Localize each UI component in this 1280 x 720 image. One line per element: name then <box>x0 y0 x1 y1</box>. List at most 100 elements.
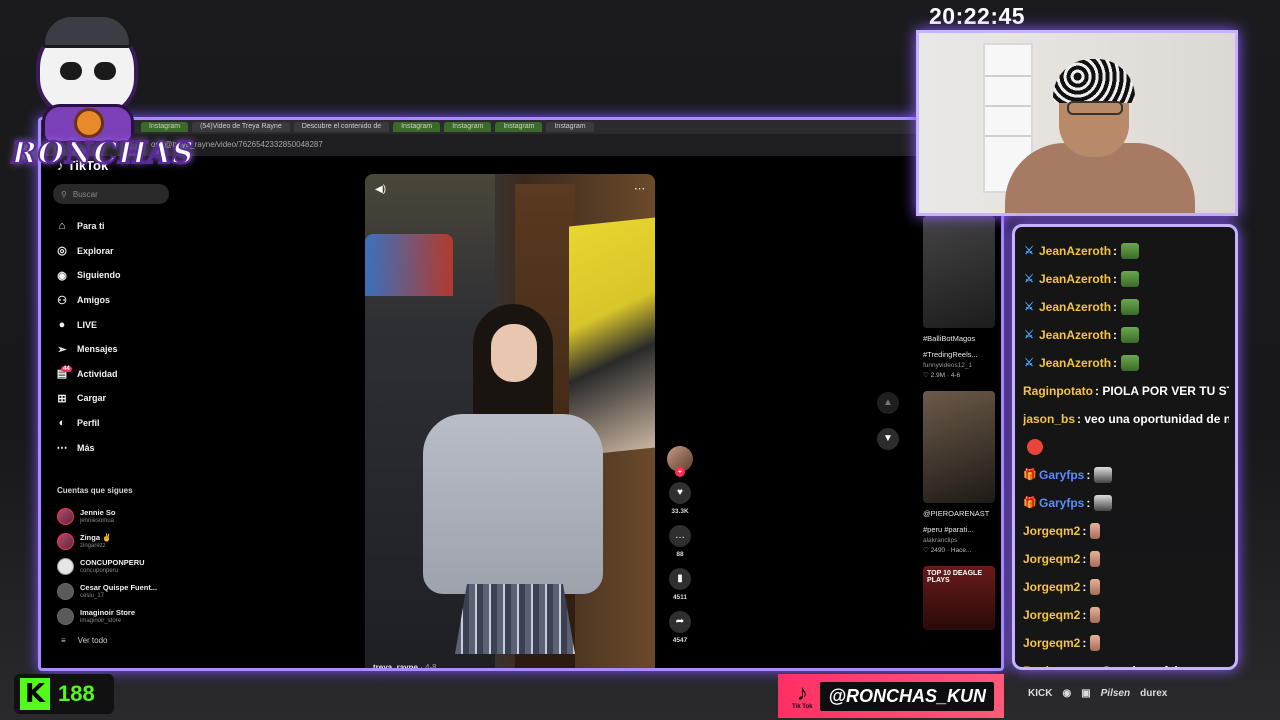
chat-emote <box>1121 271 1140 287</box>
sidebar-item-label: Perfil <box>77 418 100 429</box>
chat-username[interactable]: Raginpotato <box>1023 664 1093 667</box>
browser-tab[interactable]: Instagram <box>546 122 594 132</box>
sidebar-item-siguiendo[interactable]: ◉ Siguiendo <box>55 263 179 288</box>
followed-account[interactable]: Jennie So jenniesomua <box>57 504 187 529</box>
more-options-icon[interactable]: ⋯ <box>634 182 645 195</box>
chat-emote <box>1090 635 1101 651</box>
browser-tab[interactable]: Descubre el contenido de <box>293 122 390 132</box>
clip-thumbnail[interactable] <box>923 391 995 503</box>
webcam-feed <box>916 30 1238 216</box>
sidebar-item-mas[interactable]: ⋯ Más <box>55 435 179 460</box>
heart-icon[interactable]: ♥ <box>669 482 691 504</box>
chat-username[interactable]: Jorgeqm2 <box>1023 552 1080 566</box>
clip-title[interactable]: @PIEROARENAST <box>923 509 999 519</box>
creator-avatar[interactable]: + <box>667 446 693 477</box>
chat-username[interactable]: Garyfps <box>1039 496 1084 510</box>
chat-username[interactable]: Raginpotato <box>1023 384 1093 398</box>
sidebar-item-label: Siguiendo <box>77 270 121 281</box>
search-input[interactable]: ⚲ Buscar <box>53 184 169 204</box>
compass-icon: ◎ <box>57 245 67 258</box>
previous-video-button[interactable]: ▲ <box>877 392 899 414</box>
avatar <box>57 583 74 600</box>
volume-icon[interactable]: ◀) <box>375 184 386 195</box>
chat-message: Raginpotato: Son datos falsos no c <box>1023 657 1229 667</box>
sidebar-item-explorar[interactable]: ◎ Explorar <box>55 239 179 264</box>
streamer-hat <box>1053 59 1135 103</box>
save-count: 4511 <box>672 594 688 601</box>
clip-thumbnail[interactable]: TOP 10 DEAGLE PLAYS <box>923 566 995 630</box>
bookmark-icon[interactable]: ▮ <box>669 568 691 590</box>
logo-cap <box>42 14 132 48</box>
clip-user: alakranclips <box>923 537 958 544</box>
video-action-rail: + ♥ 33.3K … 88 ▮ 4511 ➦ 4547 <box>663 446 697 644</box>
chat-username[interactable]: Jorgeqm2 <box>1023 580 1080 594</box>
chat-message: Jorgeqm2: <box>1023 629 1229 657</box>
followed-account[interactable]: Zinga ✌ zingarezz <box>57 529 187 554</box>
sidebar-item-mensajes[interactable]: ➢ Mensajes <box>55 337 179 362</box>
account-handle: imaginoir_store <box>80 618 122 624</box>
more-icon: ⋯ <box>56 442 68 455</box>
chat-username[interactable]: JeanAzeroth <box>1039 300 1111 314</box>
chat-text: : <box>1113 328 1118 342</box>
save-action[interactable]: ▮ 4511 <box>663 568 697 601</box>
chat-username[interactable]: Jorgeqm2 <box>1023 608 1080 622</box>
chat-username[interactable]: jason_bs <box>1023 412 1075 426</box>
sidebar-item-label: Cargar <box>77 393 107 404</box>
clip-thumbnail[interactable] <box>923 216 995 328</box>
share-icon[interactable]: ➦ <box>669 611 691 633</box>
comment-action[interactable]: … 88 <box>663 525 697 558</box>
chat-username[interactable]: JeanAzeroth <box>1039 356 1111 370</box>
see-all-link[interactable]: ≡ Ver todo <box>61 636 107 645</box>
sidebar-item-label: Actividad <box>77 368 118 379</box>
share-action[interactable]: ➦ 4547 <box>663 611 697 644</box>
friends-icon: ⚇ <box>57 294 67 307</box>
followed-account[interactable]: Cesar Quispe Fuent... cesiu_17 <box>57 579 187 604</box>
sidebar-item-live[interactable]: ● LIVE <box>55 312 179 337</box>
video-caption[interactable]: treya_rayne · 4-8 <box>373 663 437 671</box>
comment-icon[interactable]: … <box>669 525 691 547</box>
sidebar-item-para-ti[interactable]: ⌂ Para ti <box>55 214 179 239</box>
sword-icon: ⚔ <box>1024 357 1034 369</box>
video-player[interactable]: ◀) ⋯ treya_rayne · 4-8 <box>365 174 655 671</box>
follow-plus-icon[interactable]: + <box>675 467 685 477</box>
browser-tab[interactable]: Instagram <box>393 122 441 132</box>
account-name: Imaginoir Store <box>80 608 136 617</box>
clip-title[interactable]: #BalliBotMagos <box>923 334 999 344</box>
home-icon: ⌂ <box>58 220 66 233</box>
next-video-button[interactable]: ▼ <box>877 428 899 450</box>
chat-text: : Son datos falsos no c <box>1095 664 1226 667</box>
sponsor-bar: KICK ◉ ▣ Pilsen durex <box>1028 688 1167 699</box>
browser-tab[interactable]: Instagram <box>495 122 543 132</box>
sidebar-item-cargar[interactable]: ⊞ Cargar <box>55 386 179 411</box>
browser-tab[interactable]: Instagram <box>444 122 492 132</box>
followed-account[interactable]: Imaginoir Store imaginoir_store <box>57 604 187 629</box>
avatar <box>57 533 74 550</box>
sidebar-item-actividad[interactable]: ▤ 44 Actividad <box>55 362 179 387</box>
chat-emote <box>1121 327 1140 343</box>
chat-username[interactable]: Jorgeqm2 <box>1023 524 1080 538</box>
clip-meta: ♡ 2.9M · 4-6 <box>923 372 961 379</box>
chat-message <box>1023 433 1229 461</box>
sponsor-logo: durex <box>1140 688 1168 699</box>
sidebar-item-label: Amigos <box>77 295 111 306</box>
tiktok-badge: ♪ Tik Tok <box>792 682 812 711</box>
chat-username[interactable]: JeanAzeroth <box>1039 244 1111 258</box>
shelf-line <box>985 75 1031 77</box>
chat-username[interactable]: Jorgeqm2 <box>1023 636 1080 650</box>
video-date: · 4-8 <box>420 663 437 671</box>
chat-username[interactable]: JeanAzeroth <box>1039 272 1111 286</box>
sidebar-item-amigos[interactable]: ⚇ Amigos <box>55 288 179 313</box>
screen-capture-frame: Instagram (54)Video de Treya Rayne Descu… <box>38 117 1004 671</box>
account-handle: zingarezz <box>80 543 106 549</box>
chat-username[interactable]: Garyfps <box>1039 468 1084 482</box>
see-all-label: Ver todo <box>77 636 108 645</box>
chat-text: : <box>1113 300 1118 314</box>
like-action[interactable]: ♥ 33.3K <box>663 482 697 515</box>
sidebar-item-perfil[interactable]: ◐ Perfil <box>55 411 179 436</box>
chat-username[interactable]: JeanAzeroth <box>1039 328 1111 342</box>
tiktok-handle-banner: ♪ Tik Tok @RONCHAS_KUN <box>778 674 1004 718</box>
chat-message: jason_bs: veo una oportunidad de n <box>1023 405 1229 433</box>
stream-overlay: Instagram (54)Video de Treya Rayne Descu… <box>0 0 1280 720</box>
followed-account[interactable]: CONCUPONPERU concuponperu <box>57 554 187 579</box>
browser-tab[interactable]: (54)Video de Treya Rayne <box>192 122 290 132</box>
